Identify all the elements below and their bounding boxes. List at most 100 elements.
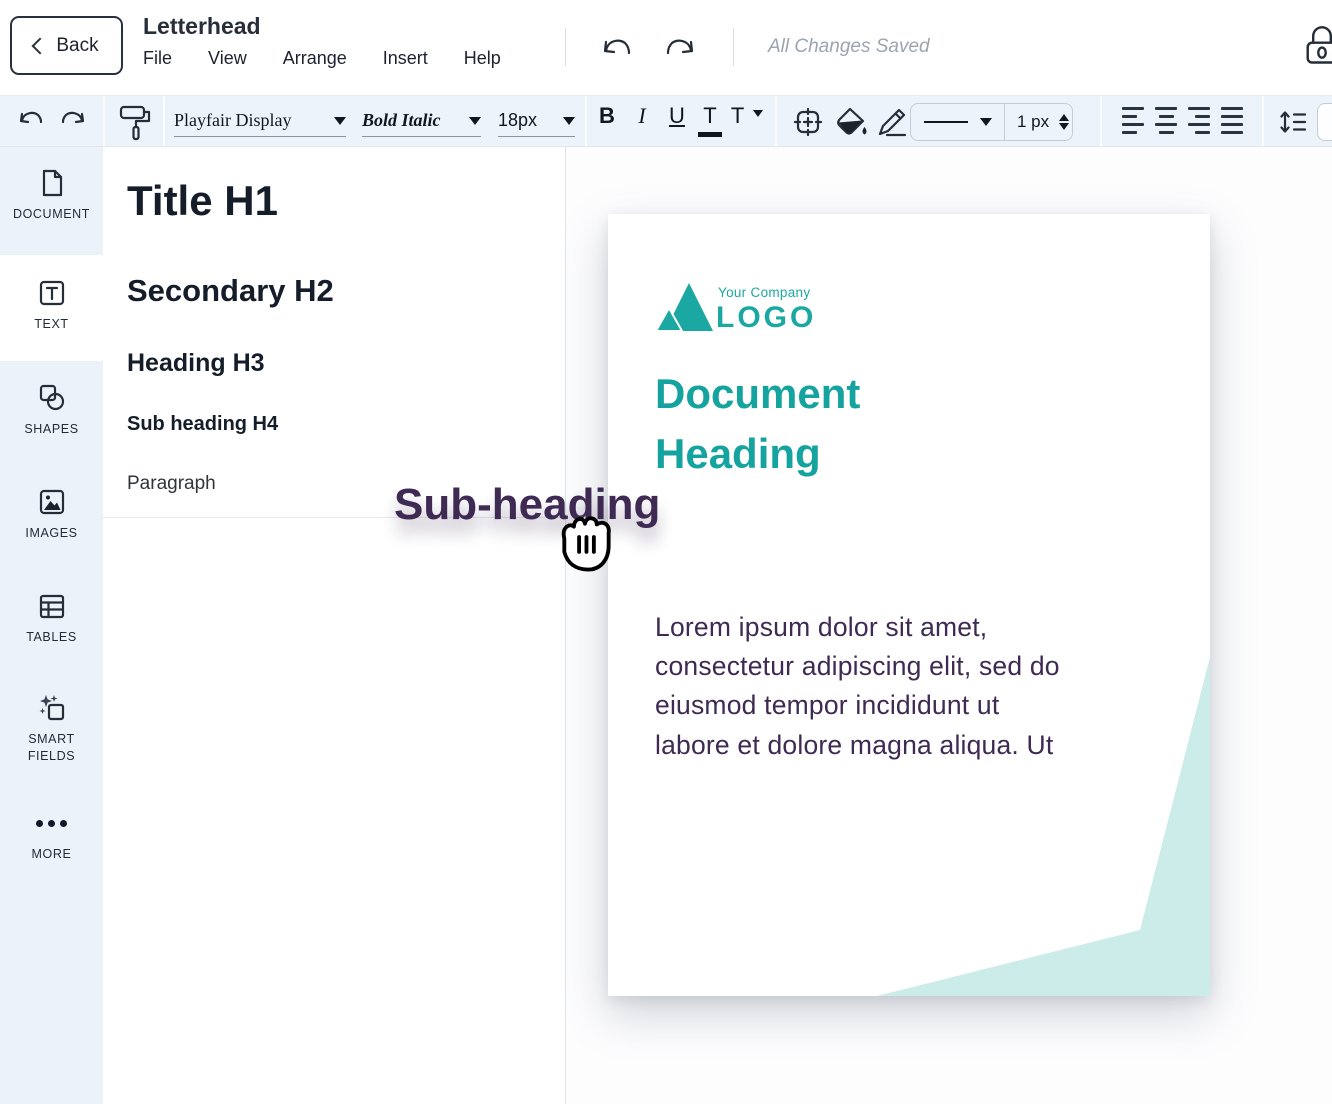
toolbar-divider	[163, 96, 165, 146]
sidebar-item-images[interactable]: IMAGES	[0, 487, 103, 542]
text-icon	[37, 278, 67, 308]
header: Back Letterhead File View Arrange Insert…	[0, 0, 1332, 95]
images-icon	[37, 487, 67, 517]
more-icon	[36, 808, 67, 838]
text-styles-panel: Title H1 Secondary H2 Heading H3 Sub hea…	[103, 147, 565, 1104]
sidebar: DOCUMENT TEXT SHAPES IMAGES	[0, 147, 103, 1104]
menubar: File View Arrange Insert Help	[143, 48, 501, 69]
menu-help[interactable]: Help	[464, 48, 501, 69]
menu-view[interactable]: View	[208, 48, 247, 69]
sidebar-item-more[interactable]: MORE	[0, 808, 103, 863]
text-color-label: T	[703, 103, 716, 128]
smart-fields-icon	[37, 693, 67, 723]
fill-color-icon[interactable]	[833, 106, 867, 138]
body-line: labore et dolore magna aliqua. Ut	[655, 726, 1135, 765]
toolbar-divider	[1262, 96, 1264, 146]
font-family-value: Playfair Display	[174, 110, 291, 131]
italic-button[interactable]: I	[628, 103, 656, 129]
text-color-button[interactable]: T	[696, 103, 724, 137]
line-style-sample[interactable]	[924, 121, 968, 124]
stroke-width-value[interactable]: 1 px	[1017, 112, 1049, 132]
chevron-down-icon	[469, 117, 481, 125]
mountain-logo-icon	[655, 283, 717, 333]
sidebar-item-label: TEXT	[28, 316, 74, 333]
stroke-separator	[1004, 104, 1005, 141]
sidebar-item-smart-fields[interactable]: SMART FIELDS	[0, 693, 103, 765]
document-page[interactable]: Your Company LOGO Document Heading Lorem…	[608, 214, 1210, 996]
redo-icon[interactable]	[58, 104, 88, 132]
stroke-control: 1 px	[910, 103, 1073, 141]
document-icon	[37, 168, 67, 198]
save-status: All Changes Saved	[768, 36, 930, 58]
document-title: Letterhead	[143, 13, 261, 40]
style-secondary-h2[interactable]: Secondary H2	[127, 273, 334, 309]
body-line: Lorem ipsum dolor sit amet,	[655, 608, 1135, 647]
text-options-button[interactable]: T	[728, 103, 766, 129]
document-heading-text[interactable]: Document Heading	[655, 364, 985, 484]
bold-button[interactable]: B	[593, 103, 621, 129]
align-justify-button[interactable]	[1221, 107, 1243, 134]
header-divider	[565, 28, 566, 66]
undo-icon[interactable]	[597, 30, 635, 64]
menu-insert[interactable]: Insert	[383, 48, 428, 69]
company-logo[interactable]: Your Company LOGO	[655, 280, 915, 336]
sidebar-item-document[interactable]: DOCUMENT	[0, 168, 103, 223]
underline-button[interactable]: U	[663, 103, 691, 129]
style-title-h1[interactable]: Title H1	[127, 177, 278, 225]
sidebar-item-label: MORE	[26, 846, 78, 863]
toolbar-divider	[775, 96, 777, 146]
logo-company-text: Your Company	[718, 285, 810, 300]
back-label: Back	[56, 35, 98, 57]
sidebar-item-shapes[interactable]: SHAPES	[0, 383, 103, 438]
style-heading-h3[interactable]: Heading H3	[127, 349, 265, 378]
stroke-width-stepper[interactable]	[1059, 114, 1069, 130]
sidebar-item-tables[interactable]: TABLES	[0, 591, 103, 646]
font-size-select[interactable]: 18px	[498, 105, 575, 137]
sidebar-item-label: SMART FIELDS	[0, 731, 103, 765]
lock-icon[interactable]	[1302, 24, 1332, 68]
menu-file[interactable]: File	[143, 48, 172, 69]
sidebar-item-label: TABLES	[20, 629, 83, 646]
shapes-icon	[37, 383, 67, 413]
chevron-down-icon[interactable]	[980, 118, 992, 126]
text-options-label: T	[731, 103, 744, 128]
font-family-select[interactable]: Playfair Display	[174, 105, 346, 137]
sidebar-item-label: IMAGES	[19, 525, 83, 542]
undo-icon[interactable]	[16, 104, 46, 132]
toolbar-edge-control[interactable]	[1317, 103, 1332, 141]
logo-text: LOGO	[716, 301, 816, 335]
transform-icon[interactable]	[792, 106, 824, 138]
toolbar-divider	[103, 96, 105, 146]
pencil-icon[interactable]	[874, 106, 908, 138]
sidebar-item-label: DOCUMENT	[7, 206, 96, 223]
toolbar-divider	[585, 96, 587, 146]
canvas[interactable]: Your Company LOGO Document Heading Lorem…	[566, 147, 1332, 1104]
style-paragraph[interactable]: Paragraph	[127, 473, 216, 495]
menu-arrange[interactable]: Arrange	[283, 48, 347, 69]
body-line: eiusmod tempor incididunt ut	[655, 686, 1135, 725]
toolbar: Playfair Display Bold Italic 18px B I U …	[0, 95, 1332, 147]
line-spacing-icon[interactable]	[1278, 107, 1308, 137]
toolbar-divider	[1100, 96, 1102, 146]
align-center-button[interactable]	[1155, 107, 1177, 134]
document-body-text[interactable]: Lorem ipsum dolor sit amet, consectetur …	[655, 608, 1135, 765]
align-left-button[interactable]	[1122, 107, 1144, 134]
chevron-left-icon	[32, 38, 49, 55]
tables-icon	[37, 591, 67, 621]
paint-roller-icon[interactable]	[117, 102, 153, 142]
sidebar-item-text[interactable]: TEXT	[0, 278, 103, 333]
text-color-swatch	[698, 132, 722, 137]
style-sub-heading-h4[interactable]: Sub heading H4	[127, 413, 278, 436]
redo-icon[interactable]	[662, 30, 700, 64]
font-style-value: Bold Italic	[362, 110, 441, 131]
back-button[interactable]: Back	[10, 16, 123, 75]
body-line: consectetur adipiscing elit, sed do	[655, 647, 1135, 686]
chevron-down-icon	[334, 117, 346, 125]
align-right-button[interactable]	[1188, 107, 1210, 134]
dragged-subheading-text[interactable]: Sub-heading	[394, 480, 660, 530]
chevron-down-icon	[563, 117, 575, 125]
font-size-value: 18px	[498, 110, 537, 131]
font-style-select[interactable]: Bold Italic	[362, 105, 481, 137]
sidebar-item-label: SHAPES	[18, 421, 84, 438]
chevron-down-icon	[753, 110, 763, 117]
